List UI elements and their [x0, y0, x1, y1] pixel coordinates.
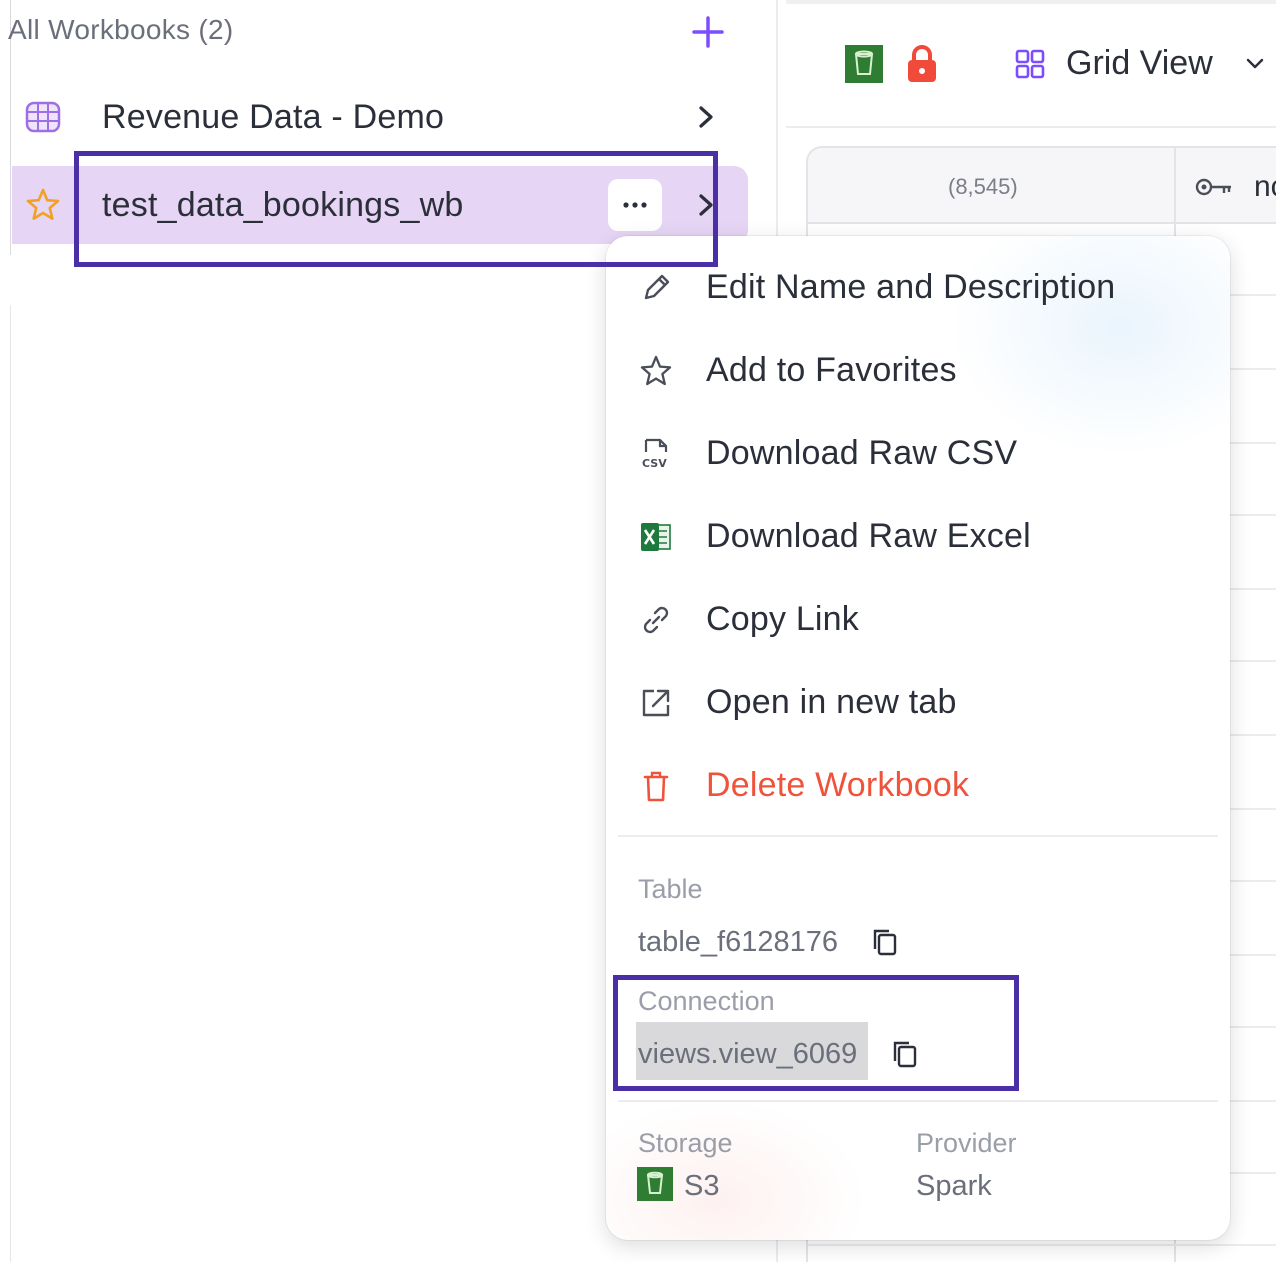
chevron-down-icon[interactable] [1244, 56, 1266, 72]
view-selector-label[interactable]: Grid View [1066, 44, 1213, 83]
menu-item-label: Copy Link [706, 600, 859, 638]
external-link-icon [642, 689, 670, 717]
menu-divider [618, 835, 1218, 837]
menu-item-delete-workbook[interactable]: Delete Workbook [606, 750, 1230, 826]
highlight-selected-workbook [74, 151, 718, 267]
table-label: Table [638, 874, 703, 904]
menu-item-label: Download Raw CSV [706, 434, 1018, 472]
grid-header: (8,545) nc [808, 148, 1276, 224]
menu-divider [618, 1100, 1218, 1102]
chevron-right-icon[interactable] [692, 100, 720, 134]
grid-view-icon[interactable] [1014, 48, 1046, 80]
menu-item-download-csv[interactable]: CSV Download Raw CSV [606, 418, 1230, 494]
highlight-connection [613, 975, 1019, 1091]
row-count: (8,545) [948, 174, 1018, 199]
provider-label: Provider [916, 1128, 1017, 1158]
pencil-icon [644, 274, 670, 300]
menu-item-label: Download Raw Excel [706, 517, 1031, 555]
workbook-row-revenue-data-demo[interactable]: Revenue Data - Demo [12, 78, 748, 156]
star-outline-icon [640, 355, 672, 386]
top-border [786, 0, 1276, 4]
menu-item-add-favorites[interactable]: Add to Favorites [606, 335, 1230, 411]
provider-value: Spark [916, 1170, 992, 1202]
workbooks-header: All Workbooks (2) [8, 14, 234, 45]
menu-item-label: Add to Favorites [706, 351, 957, 389]
key-icon [1195, 178, 1231, 196]
column-header-name[interactable]: nc [1254, 170, 1276, 204]
menu-item-label: Delete Workbook [706, 766, 970, 804]
link-icon [643, 606, 669, 634]
lock-icon[interactable] [904, 44, 940, 84]
s3-bucket-icon [637, 1167, 673, 1201]
copy-icon[interactable] [870, 926, 900, 958]
menu-item-download-excel[interactable]: Download Raw Excel [606, 501, 1230, 577]
sidebar-edge [10, 305, 11, 1262]
table-value[interactable]: table_f6128176 [638, 926, 838, 959]
s3-bucket-icon [845, 45, 883, 83]
svg-text:CSV: CSV [642, 457, 667, 470]
trash-icon [643, 771, 669, 802]
add-workbook-plus-icon[interactable] [688, 12, 728, 52]
star-icon[interactable] [24, 186, 62, 224]
storage-label: Storage [638, 1128, 733, 1158]
menu-item-label: Open in new tab [706, 683, 957, 721]
toolbar-divider [786, 126, 1276, 128]
csv-file-icon: CSV [642, 438, 667, 470]
workbook-label: Revenue Data - Demo [102, 97, 445, 136]
excel-icon [641, 523, 671, 551]
menu-item-copy-link[interactable]: Copy Link [606, 584, 1230, 660]
menu-item-open-new-tab[interactable]: Open in new tab [606, 667, 1230, 743]
menu-item-label: Edit Name and Description [706, 268, 1116, 306]
grid-row-line [808, 1244, 1276, 1246]
table-grid-icon [25, 101, 61, 133]
storage-value: S3 [684, 1170, 720, 1202]
